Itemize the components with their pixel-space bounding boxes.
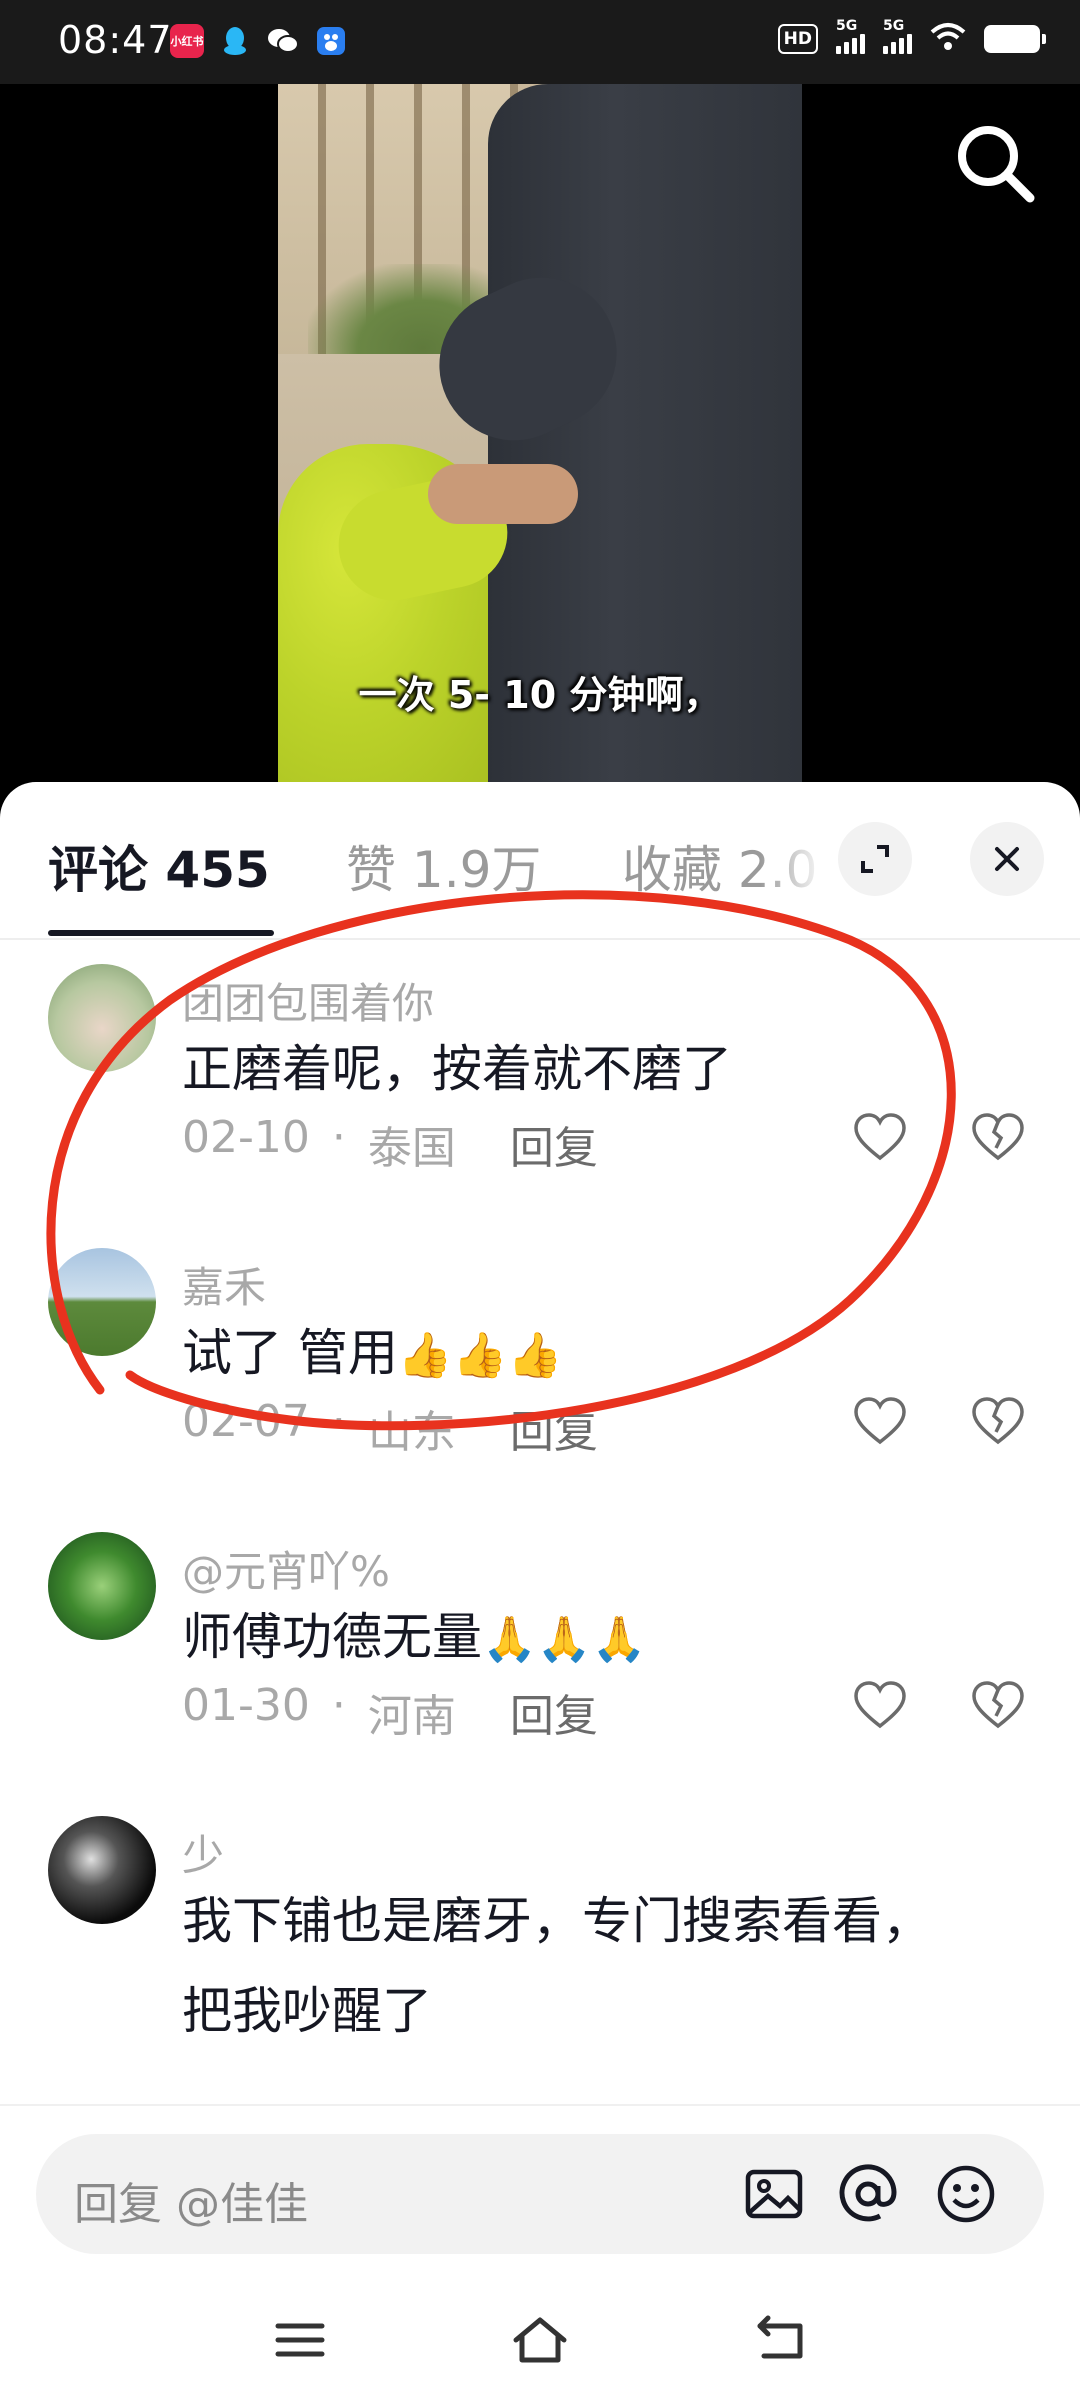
tab-comments[interactable]: 评论 455 xyxy=(48,830,270,902)
search-icon[interactable] xyxy=(948,116,1044,212)
comment-username[interactable]: 嘉禾 xyxy=(182,1254,266,1315)
comment-meta: 02-07 · 山东 回复 xyxy=(182,1396,598,1460)
comment-text: 正磨着呢，按着就不磨了 xyxy=(182,1040,732,1098)
notification-icons: 小红书 xyxy=(170,24,348,58)
image-icon[interactable] xyxy=(742,2162,806,2226)
like-icon[interactable] xyxy=(852,1110,908,1166)
like-icon[interactable] xyxy=(852,1394,908,1450)
dislike-icon[interactable] xyxy=(970,1678,1026,1734)
avatar[interactable] xyxy=(48,1816,156,1924)
dislike-icon[interactable] xyxy=(970,1110,1026,1166)
baidu-icon xyxy=(314,24,348,58)
back-icon[interactable] xyxy=(750,2310,810,2370)
comment-location: 河南 xyxy=(367,1691,456,1742)
qq-icon xyxy=(218,24,252,58)
reply-input-area: 回复 @佳佳 xyxy=(0,2104,1080,2254)
comment-username[interactable]: 少 xyxy=(182,1822,224,1883)
video-frame[interactable]: 一次 5- 10 分钟啊， xyxy=(278,84,802,804)
avatar[interactable] xyxy=(48,1532,156,1640)
pray-emoji: 🙏🙏🙏 xyxy=(482,1614,647,1665)
reply-input-placeholder: 回复 @佳佳 xyxy=(74,2179,308,2230)
status-time: 08:47 xyxy=(58,18,173,62)
thumbs-up-emoji: 👍👍👍 xyxy=(397,1330,563,1381)
at-icon[interactable] xyxy=(836,2162,900,2226)
close-button[interactable] xyxy=(970,822,1044,896)
comment-date: 02-10 xyxy=(182,1112,310,1163)
expand-icon xyxy=(861,845,889,873)
dislike-icon[interactable] xyxy=(970,1394,1026,1450)
wifi-icon xyxy=(930,22,966,56)
avatar[interactable] xyxy=(48,964,156,1072)
tab-likes[interactable]: 赞 1.9万 xyxy=(346,830,541,902)
signal-1-icon: 5G xyxy=(836,18,865,54)
comment-location: 泰国 xyxy=(367,1123,456,1174)
home-icon[interactable] xyxy=(510,2310,570,2370)
comment-meta: 01-30 · 河南 回复 xyxy=(182,1680,598,1744)
comment-sheet: 评论 455 赞 1.9万 收藏 2.0 团团包围着你 正磨着呢，按着就不磨了 … xyxy=(0,782,1080,2400)
signal-2-icon: 5G xyxy=(883,18,912,54)
comment-date: 01-30 xyxy=(182,1680,310,1731)
avatar[interactable] xyxy=(48,1248,156,1356)
tab-active-underline xyxy=(48,930,274,936)
close-icon xyxy=(995,847,1019,871)
comment-text: 我下铺也是磨牙，专门搜索看看，把我吵醒了 xyxy=(182,1892,932,2040)
wechat-icon xyxy=(266,24,300,58)
battery-icon xyxy=(984,25,1046,53)
reply-button[interactable]: 回复 xyxy=(510,1680,598,1744)
emoji-icon[interactable] xyxy=(934,2162,998,2226)
status-bar: 08:47 小红书 HD 5G 5G xyxy=(0,0,1080,84)
comment-username[interactable]: @元宵吖% xyxy=(182,1538,390,1599)
xiaohongshu-icon: 小红书 xyxy=(170,24,204,58)
comment-meta: 02-10 · 泰国 回复 xyxy=(182,1112,598,1176)
reply-button[interactable]: 回复 xyxy=(510,1112,598,1176)
comment-location: 山东 xyxy=(367,1407,456,1458)
menu-icon[interactable] xyxy=(270,2310,330,2370)
status-right-icons: HD 5G 5G xyxy=(777,18,1046,56)
hd-icon: HD xyxy=(777,24,818,54)
comment-tabs: 评论 455 赞 1.9万 收藏 2.0 xyxy=(0,782,1080,940)
comment-text: 师傅功德无量🙏🙏🙏 xyxy=(182,1608,647,1666)
video-player[interactable]: 一次 5- 10 分钟啊， xyxy=(0,84,1080,804)
system-nav-bar xyxy=(0,2270,1080,2400)
reply-button[interactable]: 回复 xyxy=(510,1396,598,1460)
comment-date: 02-07 xyxy=(182,1396,310,1447)
expand-button[interactable] xyxy=(838,822,912,896)
reply-input[interactable]: 回复 @佳佳 xyxy=(36,2134,1044,2254)
comment-text: 试了 管用👍👍👍 xyxy=(182,1324,563,1382)
comment-list: 团团包围着你 正磨着呢，按着就不磨了 02-10 · 泰国 回复 嘉禾 试了 管用👍👍… xyxy=(0,940,1080,2090)
like-icon[interactable] xyxy=(852,1678,908,1734)
video-subtitle: 一次 5- 10 分钟啊， xyxy=(358,673,722,717)
comment-username[interactable]: 团团包围着你 xyxy=(182,970,434,1031)
